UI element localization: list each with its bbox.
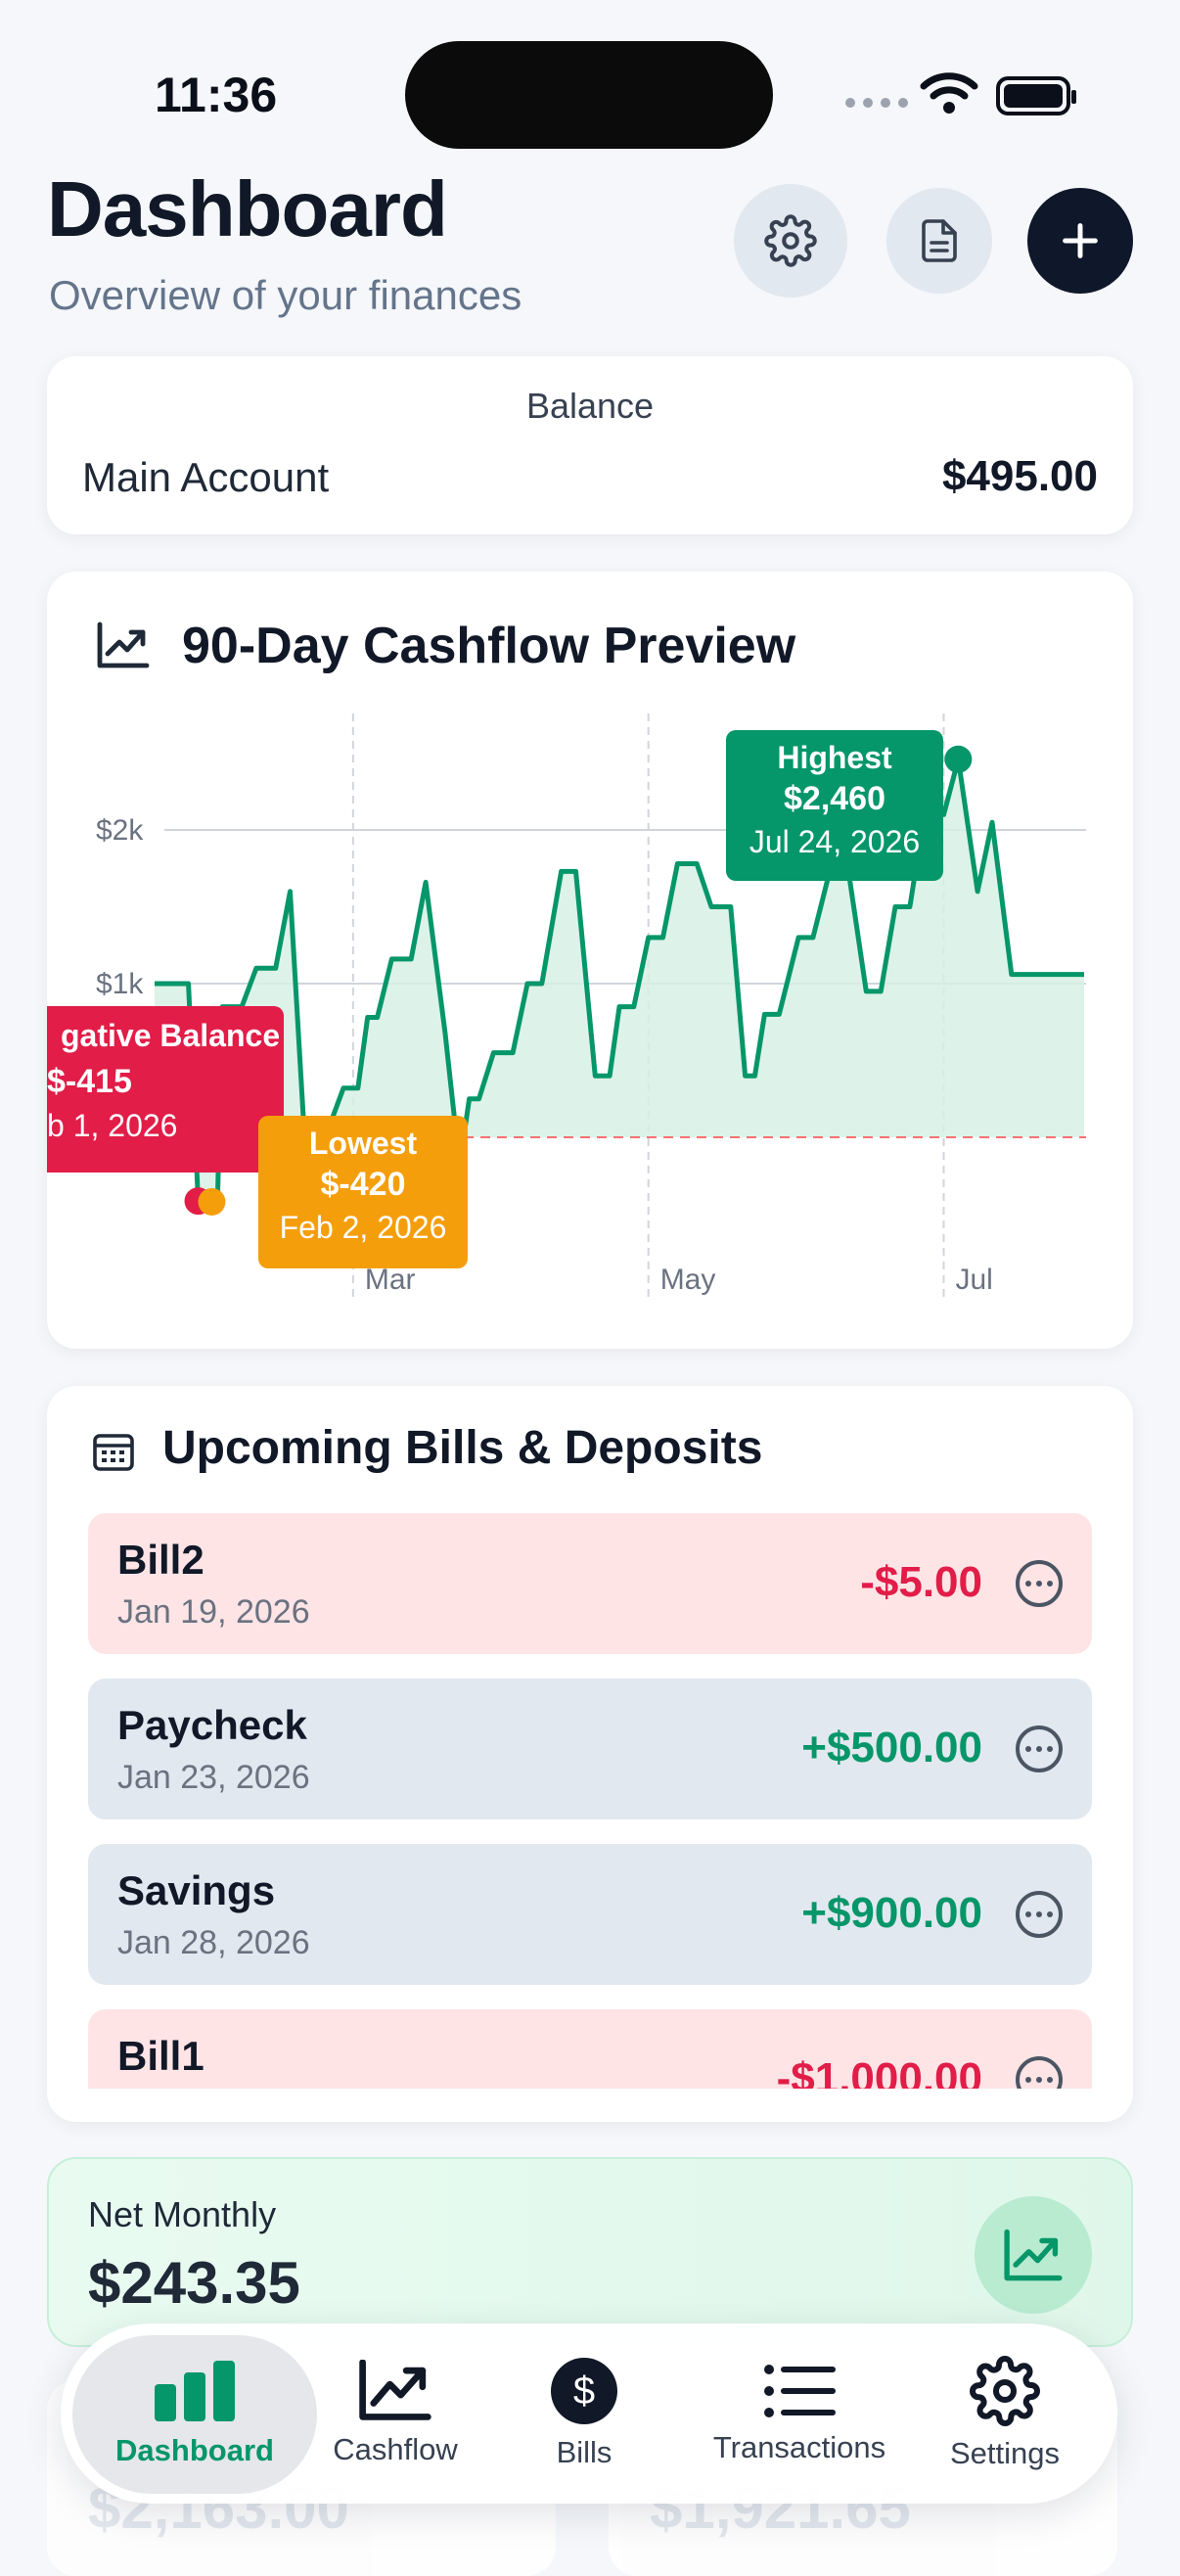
more-options-icon[interactable] bbox=[1016, 1891, 1063, 1938]
bill-row[interactable]: Bill2 Jan 19, 2026 -$5.00 bbox=[88, 1513, 1092, 1654]
tab-label: Dashboard bbox=[115, 2433, 274, 2467]
highest-callout: Highest $2,460 Jul 24, 2026 bbox=[726, 730, 943, 881]
bill-amount: +$900.00 bbox=[801, 1889, 982, 1937]
bill-amount: -$1,000.00 bbox=[776, 2054, 982, 2089]
negative-value: $-415 bbox=[47, 1063, 132, 1100]
bill-name: Bill1 bbox=[117, 2033, 204, 2079]
lowest-date: Feb 2, 2026 bbox=[279, 1210, 447, 1245]
gear-icon bbox=[970, 2356, 1040, 2426]
bill-amount: +$500.00 bbox=[801, 1724, 982, 1771]
wifi-icon bbox=[920, 72, 978, 114]
tab-label: Bills bbox=[556, 2435, 613, 2469]
lowest-callout: Lowest $-420 Feb 2, 2026 bbox=[258, 1116, 468, 1268]
account-name: Main Account bbox=[82, 454, 330, 500]
net-monthly-value: $243.35 bbox=[88, 2250, 300, 2316]
status-time: 11:36 bbox=[155, 68, 278, 122]
tab-settings[interactable]: Settings bbox=[931, 2323, 1078, 2504]
highest-date: Jul 24, 2026 bbox=[749, 824, 921, 859]
balance-label: Balance bbox=[525, 386, 655, 426]
bill-name: Bill2 bbox=[117, 1537, 204, 1583]
tab-cashflow[interactable]: Cashflow bbox=[327, 2323, 464, 2504]
trend-up-icon bbox=[1004, 2229, 1063, 2281]
highest-value: $2,460 bbox=[784, 780, 885, 817]
bill-date: Jan 19, 2026 bbox=[117, 1593, 310, 1631]
battery-icon bbox=[996, 76, 1076, 115]
bill-amount: -$5.00 bbox=[860, 1558, 982, 1606]
cashflow-chart-card[interactable]: 90-Day Cashflow Preview $2k $1k Mar May Jul … bbox=[47, 572, 1133, 1349]
cashflow-chart: $2k$1kMar May Jul bbox=[96, 713, 1086, 1298]
tab-label: Cashflow bbox=[333, 2432, 458, 2466]
add-button[interactable] bbox=[1027, 188, 1133, 294]
more-options-icon[interactable] bbox=[1016, 1725, 1063, 1772]
svg-text:$: $ bbox=[573, 2369, 595, 2413]
balance-card[interactable]: Balance Main Account $495.00 bbox=[47, 356, 1133, 534]
settings-button[interactable] bbox=[734, 184, 847, 298]
tab-bar[interactable]: Dashboard Cashflow $ Bills Transactions … bbox=[61, 2323, 1117, 2504]
highest-point-marker bbox=[944, 745, 973, 773]
dollar-icon: $ bbox=[551, 2358, 617, 2424]
list-icon bbox=[764, 2365, 836, 2417]
gear-icon bbox=[764, 214, 817, 267]
bill-name: Paycheck bbox=[117, 1702, 307, 1748]
bill-name: Savings bbox=[117, 1867, 276, 1913]
tab-label: Settings bbox=[949, 2436, 1060, 2470]
net-monthly-label: Net Monthly bbox=[88, 2194, 277, 2234]
negative-date: b 1, 2026 bbox=[47, 1108, 178, 1143]
highest-label: Highest bbox=[777, 740, 892, 775]
dynamic-island bbox=[405, 41, 773, 149]
y-tick-label: $2k bbox=[96, 814, 144, 847]
tab-transactions[interactable]: Transactions bbox=[687, 2323, 912, 2504]
bill-row[interactable]: Savings Jan 28, 2026 +$900.00 bbox=[88, 1844, 1092, 1985]
tab-label: Transactions bbox=[712, 2430, 886, 2464]
tab-dashboard[interactable]: Dashboard bbox=[72, 2335, 317, 2494]
plus-icon bbox=[1063, 223, 1098, 258]
document-icon bbox=[922, 219, 957, 262]
lowest-value: $-420 bbox=[320, 1166, 406, 1203]
net-trend-button bbox=[975, 2196, 1092, 2314]
bill-list[interactable]: Bill2 Jan 19, 2026 -$5.00 Paycheck Jan 2… bbox=[88, 1513, 1092, 2089]
balance-amount: $495.00 bbox=[941, 452, 1098, 500]
bill-date: Jan 28, 2026 bbox=[117, 1924, 310, 1961]
more-options-icon[interactable] bbox=[1016, 1560, 1063, 1607]
bill-row[interactable]: Bill1 -$1,000.00 bbox=[88, 2009, 1092, 2089]
page-title: Dashboard bbox=[47, 165, 448, 253]
upcoming-bills-card[interactable]: Upcoming Bills & Deposits Bill2 Jan 19, … bbox=[47, 1386, 1133, 2122]
more-options-icon[interactable] bbox=[1016, 2056, 1063, 2089]
bills-title: Upcoming Bills & Deposits bbox=[162, 1422, 763, 1474]
tab-bills[interactable]: $ Bills bbox=[530, 2323, 638, 2504]
negative-label: gative Balance bbox=[61, 1018, 281, 1053]
x-tick-label: May bbox=[660, 1264, 716, 1296]
x-tick-label: Jul bbox=[956, 1264, 993, 1296]
page-subtitle: Overview of your finances bbox=[49, 272, 522, 318]
bill-date: Jan 23, 2026 bbox=[117, 1759, 310, 1796]
y-tick-label: $1k bbox=[96, 968, 144, 1000]
negative-balance-callout: gative Balance $-415 b 1, 2026 bbox=[47, 1006, 284, 1173]
lowest-label: Lowest bbox=[308, 1126, 418, 1161]
net-monthly-card[interactable]: Net Monthly $243.35 bbox=[47, 2157, 1133, 2347]
calendar-icon bbox=[93, 1434, 134, 1471]
report-button[interactable] bbox=[886, 188, 992, 294]
bar-chart-icon bbox=[155, 2361, 235, 2421]
bill-row[interactable]: Paycheck Jan 23, 2026 +$500.00 bbox=[88, 1679, 1092, 1819]
lowest-point-marker bbox=[198, 1187, 226, 1216]
trend-line-icon bbox=[359, 2360, 431, 2420]
signal-icon bbox=[845, 98, 908, 108]
